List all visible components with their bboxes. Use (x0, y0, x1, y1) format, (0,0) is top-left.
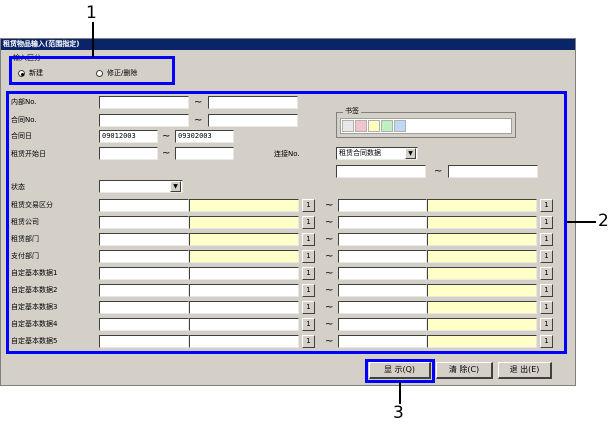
callout-2: 2 (598, 211, 609, 231)
callout-2-leader (567, 221, 596, 223)
callout-1: 1 (86, 3, 97, 23)
callout-1-leader (92, 22, 94, 57)
highlight-input-type (9, 56, 175, 85)
window-title: 租赁物品输入(范围指定) (1, 39, 575, 50)
highlight-search-conditions (6, 91, 567, 354)
highlight-display-button (365, 359, 435, 383)
callout-3-leader (399, 382, 401, 404)
clear-button[interactable]: 清 除(C) (436, 362, 493, 379)
exit-button[interactable]: 退 出(E) (498, 362, 552, 379)
callout-3: 3 (393, 403, 404, 423)
